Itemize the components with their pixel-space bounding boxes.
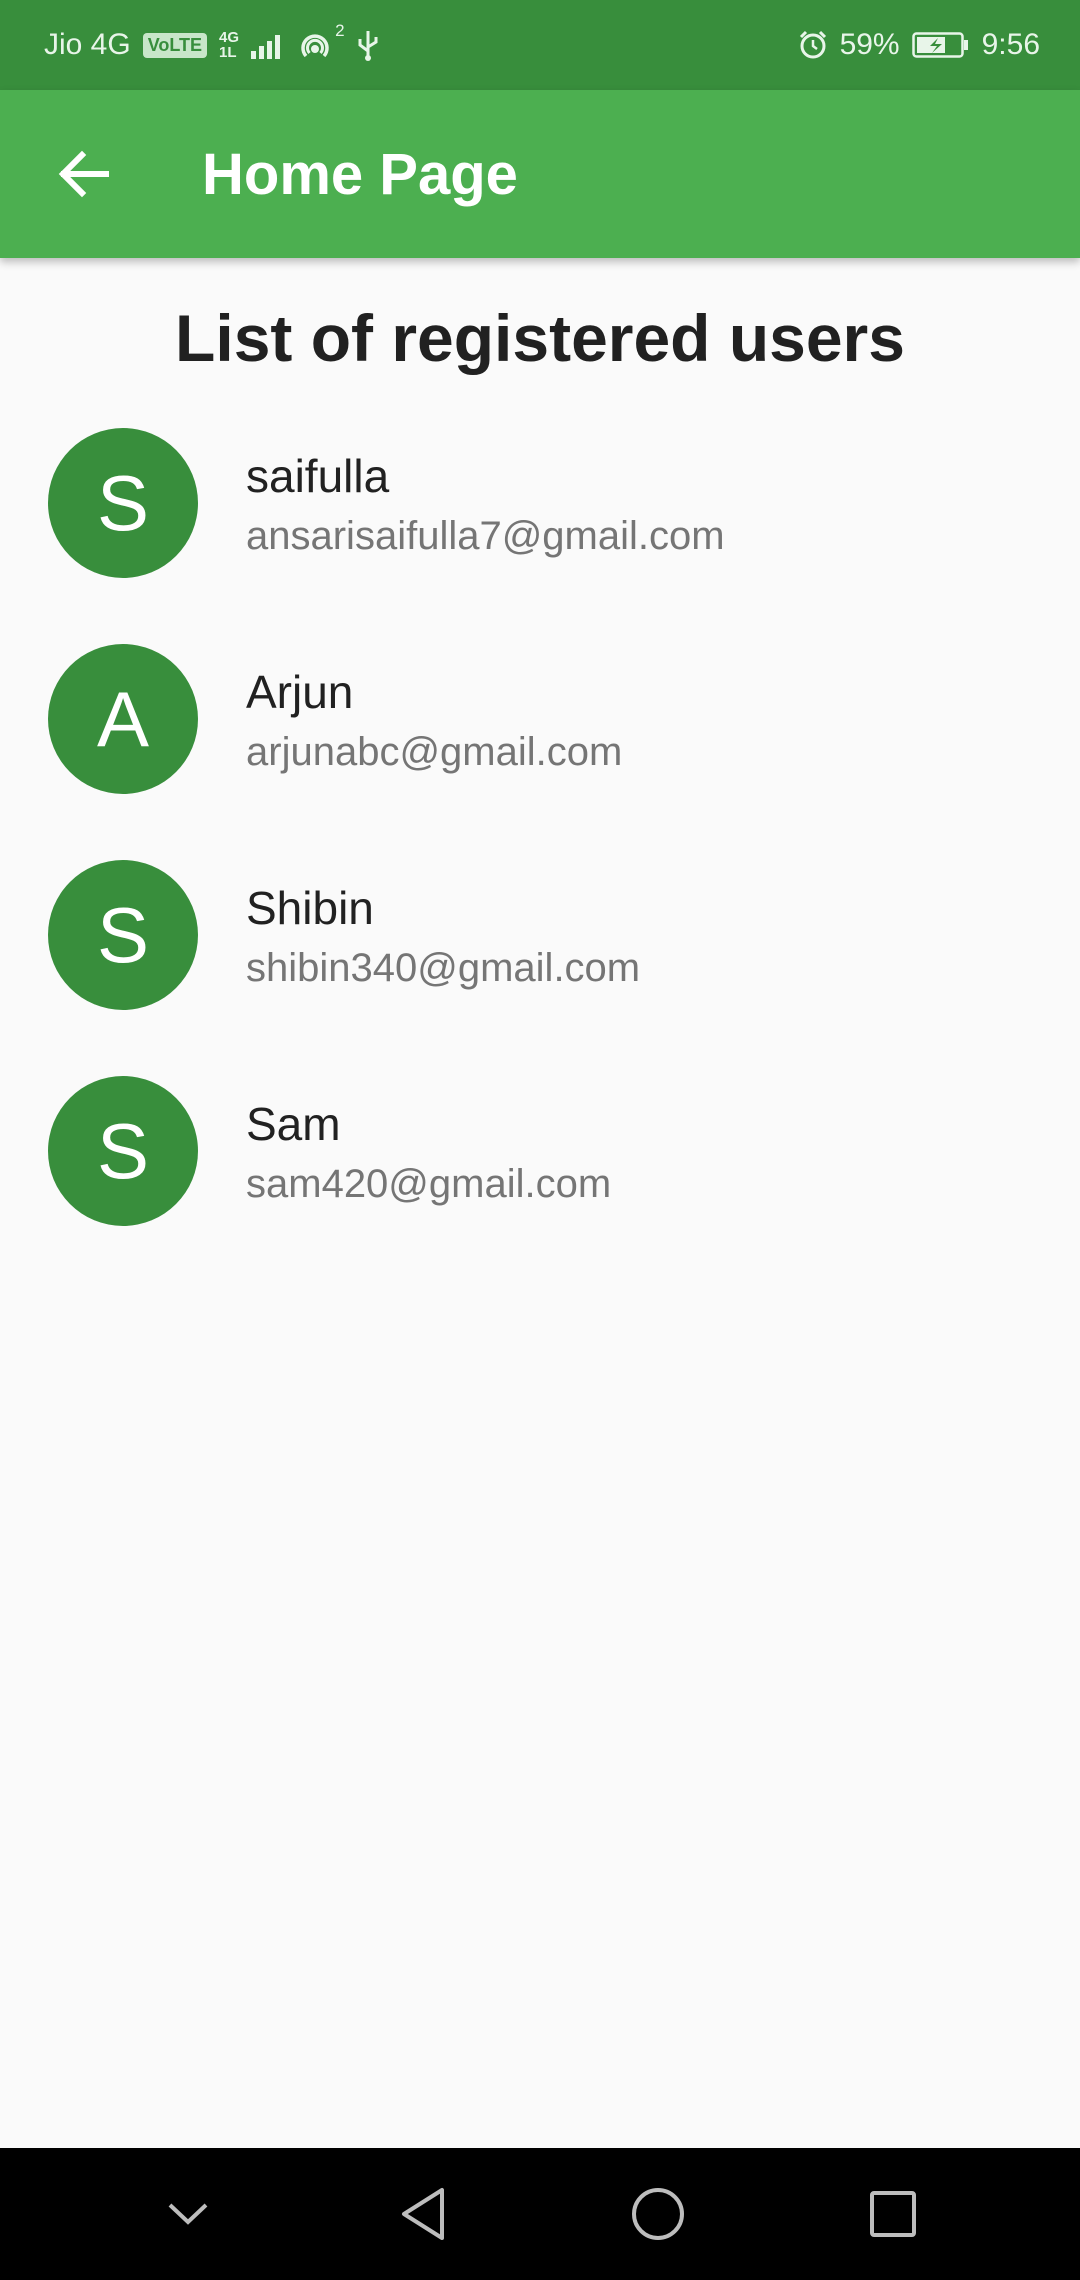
network-type-top: 4G bbox=[219, 29, 240, 46]
hotspot-count: 2 bbox=[335, 21, 345, 40]
alarm-icon bbox=[798, 30, 828, 60]
arrow-back-icon bbox=[58, 150, 109, 198]
nav-back-button[interactable] bbox=[373, 2164, 473, 2264]
status-bar-right: 59% 9:56 bbox=[798, 28, 1040, 62]
user-name: Shibin bbox=[246, 882, 374, 934]
user-email: sam420@gmail.com bbox=[246, 1162, 612, 1206]
signal-icon bbox=[251, 31, 285, 59]
volte-badge: VoLTE bbox=[142, 32, 208, 58]
system-nav-bar bbox=[0, 2148, 1080, 2280]
nav-home-button[interactable] bbox=[608, 2164, 708, 2264]
list-item[interactable]: S Shibin shibin340@gmail.com bbox=[0, 860, 1080, 1076]
status-bar-left: Jio 4G VoLTE 4G 1L 2 bbox=[44, 21, 379, 62]
user-name: saifulla bbox=[246, 450, 390, 502]
list-item[interactable]: S saifulla ansarisaifulla7@gmail.com bbox=[0, 428, 1080, 644]
back-button[interactable] bbox=[34, 124, 134, 224]
page-title: Home Page bbox=[202, 141, 518, 207]
avatar: S bbox=[48, 860, 198, 1010]
home-circle-icon bbox=[631, 2188, 684, 2240]
carrier-label: Jio 4G bbox=[44, 28, 131, 61]
avatar: A bbox=[48, 644, 198, 794]
back-triangle-icon bbox=[401, 2188, 444, 2240]
usb-icon bbox=[357, 29, 379, 61]
hide-nav-button[interactable] bbox=[138, 2164, 238, 2264]
screen: Jio 4G VoLTE 4G 1L 2 59% 9:56 Home Page … bbox=[0, 0, 1080, 2280]
user-email: arjunabc@gmail.com bbox=[246, 730, 623, 774]
user-email: shibin340@gmail.com bbox=[246, 946, 641, 990]
list-item-text: saifulla ansarisaifulla7@gmail.com bbox=[246, 448, 725, 562]
app-bar: Home Page bbox=[0, 90, 1080, 258]
network-type-bottom: 1L bbox=[219, 44, 237, 61]
clock-time: 9:56 bbox=[981, 28, 1040, 61]
battery-charging-icon bbox=[911, 32, 970, 58]
list-item-text: Sam sam420@gmail.com bbox=[246, 1096, 611, 1210]
list-item[interactable]: A Arjun arjunabc@gmail.com bbox=[0, 644, 1080, 860]
list-item-text: Arjun arjunabc@gmail.com bbox=[246, 664, 622, 778]
recents-square-icon bbox=[869, 2191, 916, 2237]
user-list: S saifulla ansarisaifulla7@gmail.com A A… bbox=[0, 428, 1080, 1292]
status-bar: Jio 4G VoLTE 4G 1L 2 59% 9:56 bbox=[0, 0, 1080, 90]
avatar: S bbox=[48, 428, 198, 578]
user-name: Arjun bbox=[246, 666, 354, 718]
network-type: 4G 1L bbox=[219, 30, 239, 60]
avatar: S bbox=[48, 1076, 198, 1226]
list-item[interactable]: S Sam sam420@gmail.com bbox=[0, 1076, 1080, 1292]
list-heading: List of registered users bbox=[175, 301, 905, 375]
user-name: Sam bbox=[246, 1098, 341, 1150]
battery-percent: 59% bbox=[839, 28, 900, 61]
list-item-text: Shibin shibin340@gmail.com bbox=[246, 880, 640, 994]
chevron-down-icon bbox=[168, 2203, 207, 2225]
hotspot-icon bbox=[297, 29, 333, 61]
nav-recents-button[interactable] bbox=[843, 2164, 943, 2264]
user-email: ansarisaifulla7@gmail.com bbox=[246, 514, 725, 558]
